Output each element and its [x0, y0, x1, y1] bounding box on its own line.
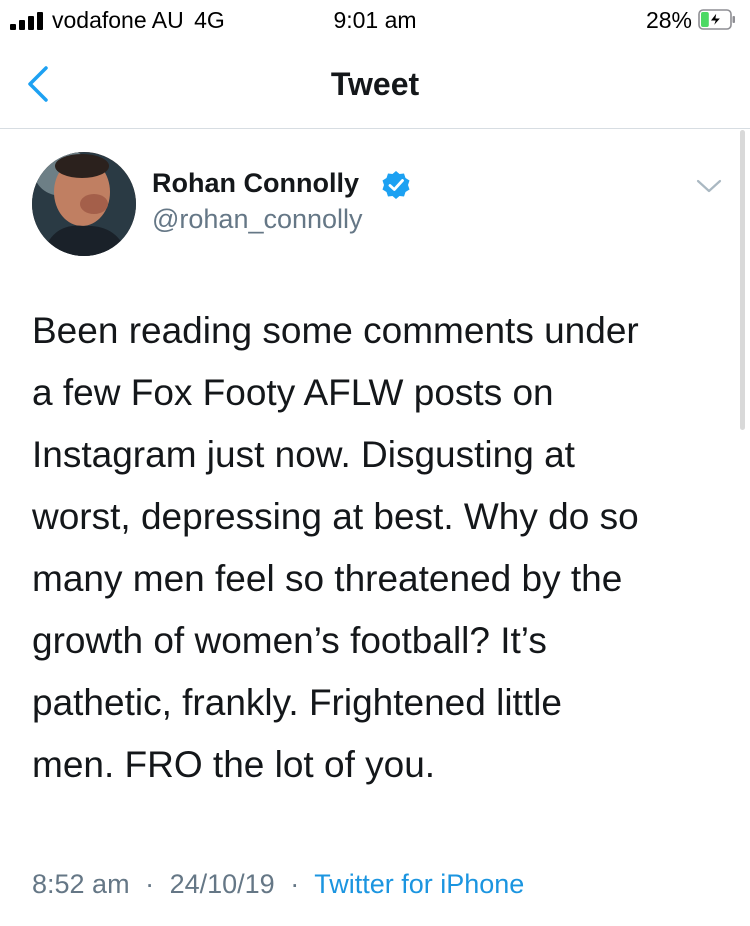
tweet-text-line: Instagram just now. Disgusting at	[32, 434, 575, 475]
meta-separator: ·	[145, 869, 155, 899]
tweet-text: Been reading some comments under a few F…	[32, 300, 732, 796]
page-title: Tweet	[330, 66, 420, 102]
tweet-text-line: pathetic, frankly. Frightened little	[32, 682, 562, 723]
tweet-text-line: many men feel so threatened by the	[32, 558, 623, 599]
verified-badge-icon	[382, 171, 410, 199]
battery-charging-icon	[698, 9, 735, 30]
tweet-meta: 8:52 am · 24/10/19 · Twitter for iPhone	[32, 869, 524, 900]
chevron-down-icon	[696, 179, 722, 193]
meta-separator: ·	[290, 869, 300, 899]
more-options-button[interactable]	[692, 174, 726, 198]
avatar-photo	[32, 152, 136, 256]
status-time: 9:01 am	[333, 7, 417, 33]
author-avatar[interactable]	[32, 152, 136, 256]
battery-percent: 28%	[645, 7, 692, 33]
tweet-text-line: worst, depressing at best. Why do so	[32, 496, 639, 537]
tweet-text-line: Been reading some comments under	[32, 310, 639, 351]
tweet-time: 8:52 am	[32, 869, 130, 899]
author-handle[interactable]: @rohan_connolly	[152, 204, 363, 235]
status-bar: vodafone AU 4G 9:01 am 28%	[0, 0, 750, 40]
nav-bar: Tweet	[0, 40, 750, 129]
author-name[interactable]: Rohan Connolly	[152, 168, 359, 199]
scroll-indicator	[740, 130, 745, 430]
tweet-text-line: a few Fox Footy AFLW posts on	[32, 372, 554, 413]
tweet-text-line: growth of women’s football? It’s	[32, 620, 547, 661]
tweet-source-link[interactable]: Twitter for iPhone	[314, 869, 524, 899]
tweet-date: 24/10/19	[169, 869, 275, 899]
tweet-text-line: men. FRO the lot of you.	[32, 744, 436, 785]
